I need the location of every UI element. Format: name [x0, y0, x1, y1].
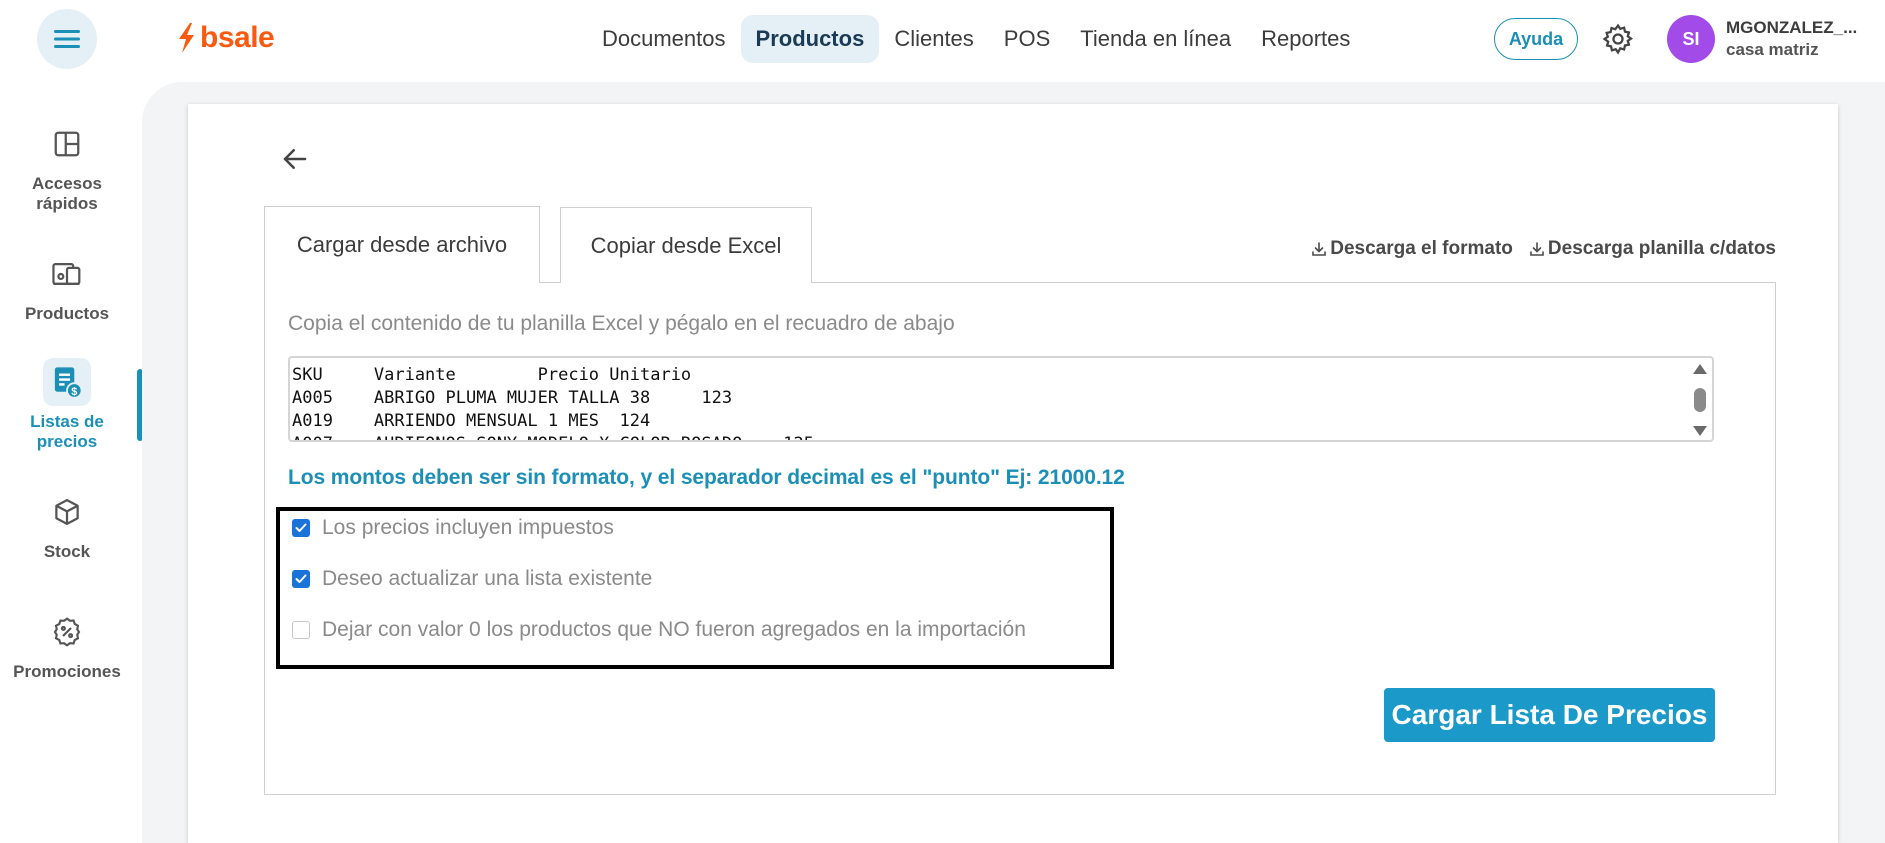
- sidebar-item-label: Productos: [24, 304, 110, 323]
- user-branch: casa matriz: [1726, 40, 1819, 59]
- download-icon: [1530, 242, 1544, 256]
- sidebar-item-stock[interactable]: Stock: [0, 488, 134, 562]
- user-info[interactable]: MGONZALEZ_... casa matriz: [1726, 17, 1857, 61]
- sidebar: Accesos rápidos Productos $ Listas de pr…: [0, 78, 142, 843]
- back-arrow-icon[interactable]: [280, 144, 310, 174]
- paste-textarea[interactable]: SKU Variante Precio Unitario A005 ABRIGO…: [288, 356, 1714, 442]
- checkbox-row-valor-cero[interactable]: Dejar con valor 0 los productos que NO f…: [292, 618, 1026, 642]
- paste-textarea-content: SKU Variante Precio Unitario A005 ABRIGO…: [292, 365, 814, 440]
- download-icon: [1312, 242, 1327, 256]
- sidebar-item-label: Stock: [43, 542, 91, 561]
- load-price-list-button[interactable]: Cargar Lista De Precios: [1384, 688, 1715, 742]
- nav-reportes[interactable]: Reportes: [1246, 15, 1365, 63]
- download-links: Descarga el formato Descarga planilla c/…: [1311, 238, 1776, 260]
- scroll-up-icon[interactable]: [1693, 364, 1707, 374]
- price-list-icon: $: [43, 358, 91, 406]
- scroll-thumb[interactable]: [1694, 388, 1706, 412]
- top-bar: bsale Documentos Productos Clientes POS …: [0, 0, 1885, 78]
- gear-icon[interactable]: [1601, 22, 1635, 56]
- hamburger-icon: [54, 30, 80, 48]
- main-nav: Documentos Productos Clientes POS Tienda…: [587, 14, 1365, 64]
- check-icon: [295, 574, 307, 583]
- layout-icon: [43, 120, 91, 168]
- instructions-text: Copia el contenido de tu planilla Excel …: [288, 312, 955, 335]
- menu-button[interactable]: [37, 9, 97, 69]
- checkbox-impuestos[interactable]: [292, 519, 310, 537]
- nav-productos[interactable]: Productos: [740, 15, 880, 63]
- checkbox-label: Los precios incluyen impuestos: [322, 516, 614, 539]
- download-format-label: Descarga el formato: [1330, 238, 1513, 259]
- checkbox-row-impuestos[interactable]: Los precios incluyen impuestos: [292, 516, 614, 540]
- brand-logo[interactable]: bsale: [176, 21, 275, 54]
- nav-documentos[interactable]: Documentos: [587, 15, 741, 63]
- checkbox-valor-cero[interactable]: [292, 621, 310, 639]
- download-with-data-link[interactable]: Descarga planilla c/datos: [1529, 238, 1776, 260]
- products-icon: [43, 250, 91, 298]
- sidebar-item-promociones[interactable]: Promociones: [0, 608, 134, 682]
- format-note: Los montos deben ser sin formato, y el s…: [288, 466, 1125, 489]
- checkbox-label: Deseo actualizar una lista existente: [322, 567, 653, 590]
- textarea-scrollbar[interactable]: [1688, 360, 1710, 438]
- sidebar-item-label: Listas de precios: [30, 412, 104, 451]
- discount-icon: [43, 608, 91, 656]
- user-name: MGONZALEZ_...: [1726, 18, 1858, 37]
- help-button[interactable]: Ayuda: [1494, 18, 1578, 60]
- sidebar-item-label: Accesos rápidos: [32, 174, 102, 213]
- nav-clientes[interactable]: Clientes: [879, 15, 988, 63]
- box-icon: [43, 488, 91, 536]
- sidebar-item-listas-de-precios[interactable]: $ Listas de precios: [0, 358, 134, 452]
- tab-copiar-desde-excel[interactable]: Copiar desde Excel: [560, 207, 812, 283]
- check-icon: [295, 523, 307, 532]
- download-with-data-label: Descarga planilla c/datos: [1547, 238, 1776, 259]
- bsale-logo-icon: [179, 23, 194, 53]
- tab-cargar-desde-archivo[interactable]: Cargar desde archivo: [264, 206, 540, 283]
- sidebar-item-productos[interactable]: Productos: [0, 250, 134, 324]
- brand-name: bsale: [200, 21, 275, 54]
- sidebar-item-label: Promociones: [13, 662, 121, 681]
- checkbox-row-actualizar[interactable]: Deseo actualizar una lista existente: [292, 567, 652, 591]
- sidebar-item-accesos-rapidos[interactable]: Accesos rápidos: [0, 120, 134, 214]
- avatar[interactable]: SI: [1667, 15, 1715, 63]
- nav-pos[interactable]: POS: [989, 15, 1065, 63]
- checkbox-actualizar-lista[interactable]: [292, 570, 310, 588]
- scroll-down-icon[interactable]: [1693, 426, 1707, 436]
- checkbox-label: Dejar con valor 0 los productos que NO f…: [322, 618, 1026, 641]
- svg-text:$: $: [71, 386, 77, 398]
- nav-tienda-en-linea[interactable]: Tienda en línea: [1065, 15, 1246, 63]
- download-format-link[interactable]: Descarga el formato: [1311, 238, 1513, 260]
